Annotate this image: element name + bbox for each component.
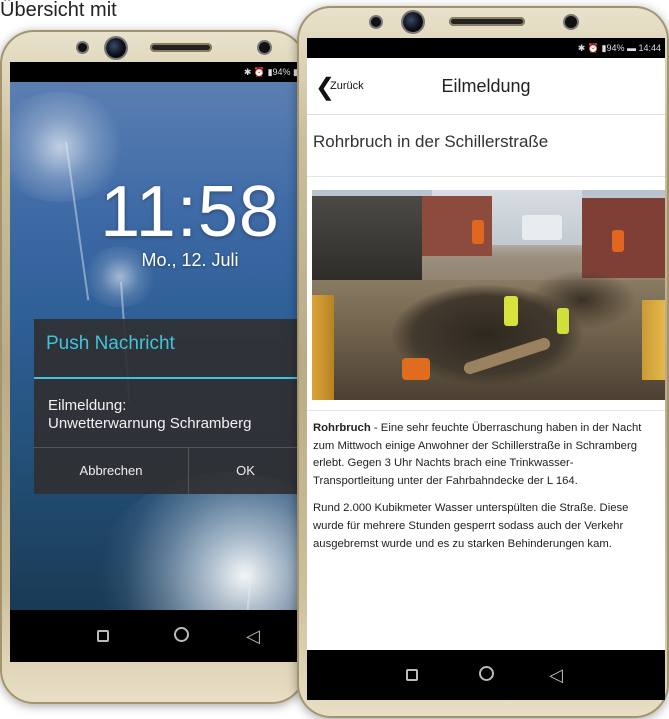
- lockscreen-wallpaper: 11:58 Mo., 12. Juli Push Nachricht Eilme…: [10, 82, 302, 662]
- dialog-button-row: Abbrechen OK: [34, 447, 302, 494]
- sensor-icon: [371, 17, 381, 27]
- divider: [307, 176, 665, 177]
- status-bar: ✱ ⏰ ▮94% ▬ 14:44: [307, 38, 665, 58]
- divider: [307, 410, 665, 411]
- sensor-icon: [78, 43, 87, 52]
- home-button[interactable]: [170, 625, 192, 647]
- front-camera-icon: [106, 38, 126, 58]
- cancel-button[interactable]: Abbrechen: [34, 448, 189, 494]
- left-phone: ✱ ⏰ ▮94% ▮ 11:58 Mo., 12. Juli Push Nach…: [0, 30, 306, 704]
- android-nav-bar: ◁: [10, 610, 302, 662]
- caption-text: Übersicht mit: [0, 0, 117, 21]
- back-button[interactable]: ◁: [545, 664, 567, 686]
- dialog-message: Eilmeldung: Unwetterwarnung Schramberg: [48, 397, 251, 433]
- triangle-back-icon: ◁: [246, 626, 260, 646]
- circle-icon: [478, 666, 494, 681]
- square-icon: [406, 669, 418, 681]
- android-nav-bar: ◁: [307, 650, 665, 700]
- article-body: Rohrbruch - Eine sehr feuchte Überraschu…: [313, 420, 653, 563]
- status-bar: ✱ ⏰ ▮94% ▮: [10, 62, 302, 82]
- dialog-title: Push Nachricht: [46, 333, 175, 354]
- article-lead: Rohrbruch: [313, 422, 371, 434]
- lockscreen-date: Mo., 12. Juli: [141, 250, 239, 270]
- article-paragraph: Rund 2.000 Kubikmeter Wasser unterspülte…: [313, 502, 629, 550]
- left-screen: ✱ ⏰ ▮94% ▮ 11:58 Mo., 12. Juli Push Nach…: [10, 62, 302, 662]
- sensor-icon: [259, 42, 270, 53]
- page-title: Eilmeldung: [441, 76, 531, 96]
- article-title: Rohrbruch in der Schillerstraße: [313, 132, 549, 151]
- news-app: ❮ Zurück Eilmeldung Rohrbruch in der Sch…: [307, 58, 665, 650]
- front-camera-icon: [403, 12, 423, 32]
- earpiece-speaker: [449, 17, 525, 26]
- article-paragraph: Rohrbruch - Eine sehr feuchte Überraschu…: [313, 420, 653, 490]
- home-button[interactable]: [475, 664, 497, 686]
- earpiece-speaker: [150, 43, 212, 52]
- app-header: ❮ Zurück Eilmeldung: [307, 58, 665, 115]
- article-photo: [312, 190, 665, 400]
- dialog-message-line: Eilmeldung:: [48, 397, 127, 414]
- triangle-back-icon: ◁: [549, 665, 563, 685]
- sensor-icon: [565, 16, 577, 28]
- lockscreen-clock: 11:58: [100, 172, 280, 252]
- push-notification-dialog: Push Nachricht Eilmeldung: Unwetterwarnu…: [34, 319, 302, 494]
- circle-icon: [173, 627, 189, 642]
- right-phone: ✱ ⏰ ▮94% ▬ 14:44 ❮ Zurück Eilmeldung Roh…: [297, 6, 669, 718]
- right-screen: ✱ ⏰ ▮94% ▬ 14:44 ❮ Zurück Eilmeldung Roh…: [307, 38, 665, 700]
- recent-apps-button[interactable]: [92, 625, 114, 647]
- back-button[interactable]: ◁: [242, 625, 264, 647]
- dialog-message-line: Unwetterwarnung Schramberg: [48, 415, 252, 432]
- recent-apps-button[interactable]: [401, 664, 423, 686]
- dialog-divider: [34, 377, 302, 379]
- square-icon: [97, 630, 109, 642]
- ok-button[interactable]: OK: [189, 448, 302, 494]
